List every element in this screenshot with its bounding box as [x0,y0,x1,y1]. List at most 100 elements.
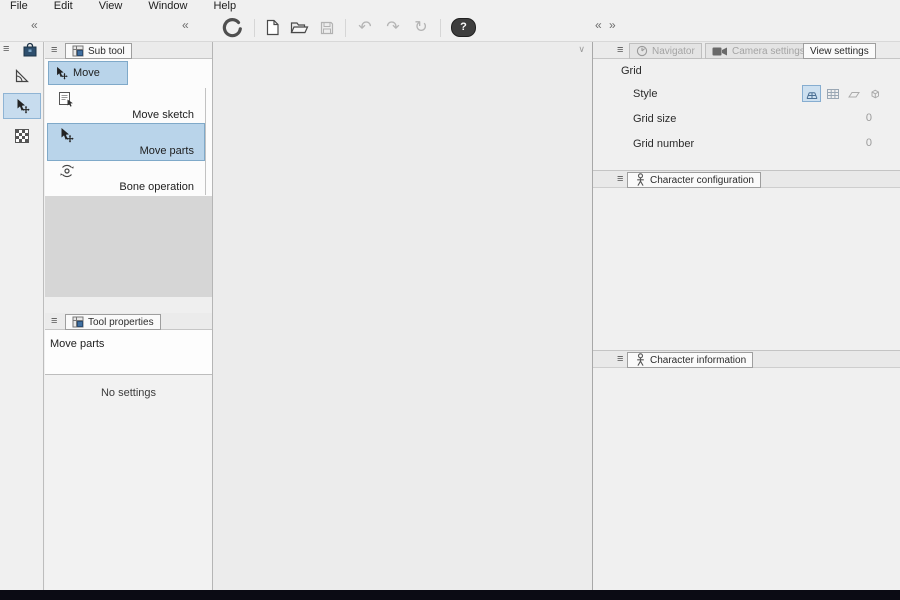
view-panel-menu-icon[interactable]: ≡ [617,44,623,56]
tab-navigator[interactable]: Navigator [629,43,702,59]
move-parts-icon [58,127,74,143]
navigator-icon [636,45,648,57]
reset-icon: ↻ [414,18,428,36]
character-configuration-menu-icon[interactable]: ≡ [617,173,623,185]
subtool-item-label: Move sketch [132,109,194,121]
person-icon [634,353,646,367]
collapse-right-dock-icon[interactable]: « [595,18,602,32]
grid-style-mesh-button[interactable] [823,85,842,102]
grid-flat-icon [847,88,861,100]
subtool-scroll-gutter [205,88,206,195]
tab-subtool[interactable]: Sub tool [65,43,132,59]
tab-tool-properties[interactable]: Tool properties [65,314,161,330]
undo-button[interactable]: ↶ [356,16,374,40]
document-canvas[interactable]: ∨ [213,42,592,590]
tool-properties-menu-icon[interactable]: ≡ [51,315,57,327]
tool-move[interactable] [2,93,41,119]
subtool-tab-icon [72,45,84,57]
bone-operation-icon [58,163,76,179]
open-folder-icon [290,20,309,35]
tool-properties-empty-message: No settings [100,387,157,399]
subtool-list: Move Move sketch Move parts Bone operati… [45,59,212,196]
menu-help[interactable]: Help [213,0,236,12]
tool-palette-menu-icon[interactable]: ≡ [3,43,9,55]
expand-right-dock-icon[interactable]: » [609,18,616,32]
open-file-button[interactable] [290,16,309,40]
grid-size-value[interactable]: 0 [866,112,872,124]
toolbar-separator [440,18,441,37]
tab-character-information-label: Character information [650,354,747,366]
grid-size-row: Grid size 0 [633,111,884,129]
tab-camera-settings[interactable]: Camera settings [705,43,812,59]
tab-character-information[interactable]: Character information [627,352,754,368]
tool-angle[interactable] [3,63,41,89]
new-file-icon [265,19,280,36]
tool-palette: ≡ [0,42,44,590]
grid-style-label: Style [633,88,658,100]
help-icon: ? [460,21,467,33]
redo-button[interactable]: ↷ [384,16,402,40]
tool-pattern[interactable] [3,123,41,149]
subtool-item-move-sketch[interactable]: Move sketch [48,88,204,124]
help-button[interactable]: ? [451,18,476,37]
undo-icon: ↶ [358,18,372,36]
character-information-menu-icon[interactable]: ≡ [617,353,623,365]
subtool-menu-icon[interactable]: ≡ [51,44,57,56]
save-icon [319,20,335,36]
grid-cube-icon [868,88,882,100]
tab-view-settings-label: View settings [810,45,869,57]
toolbar: « « ↶ ↷ ↻ ? « » [0,13,900,42]
tab-character-configuration[interactable]: Character configuration [627,172,761,188]
status-bar [0,590,900,600]
subtool-item-bone-operation[interactable]: Bone operation [48,160,204,196]
view-panel-tabs: ≡ Navigator Camera settings View setting… [593,42,900,59]
grid-size-label: Grid size [633,113,677,125]
subtool-panel: ≡ Sub tool Move Move sketch Move parts B… [45,42,213,313]
person-icon [634,173,646,187]
subtool-header: ≡ Sub tool [45,42,212,59]
grid-style-plane-button[interactable] [802,85,821,102]
subtool-tab-label: Sub tool [88,45,125,57]
reset-view-button[interactable]: ↻ [412,16,430,40]
collapse-subtool-palette-icon[interactable]: « [182,18,189,32]
grid-style-flat-button[interactable] [844,85,863,102]
menu-window[interactable]: Window [148,0,187,12]
character-information-content [593,368,900,590]
move-cursor-icon [54,66,68,80]
clip-studio-button[interactable] [222,16,244,40]
subtool-group-label: Move [73,67,100,79]
toolbar-separator [345,18,346,37]
grid-number-row: Grid number 0 [633,136,884,154]
grid-number-value[interactable]: 0 [866,137,872,149]
tool-properties-header: ≡ Tool properties [45,313,212,330]
save-button[interactable] [319,16,335,40]
collapse-tool-palette-icon[interactable]: « [31,18,38,32]
grid-style-row: Style [633,85,884,104]
toolbox-icon [22,42,38,58]
grid-number-label: Grid number [633,138,695,150]
subtool-item-label: Move parts [139,145,194,157]
tab-camera-settings-label: Camera settings [732,45,805,57]
grid-section-title: Grid [621,65,642,77]
grid-style-cube-button[interactable] [865,85,884,102]
move-sketch-icon [58,91,74,107]
grid-style-buttons [802,85,884,102]
menu-view[interactable]: View [99,0,123,12]
angle-tool-icon [14,68,30,84]
character-configuration-header: ≡ Character configuration [593,170,900,188]
tab-navigator-label: Navigator [652,45,695,57]
subtool-group-move[interactable]: Move [48,61,128,85]
tab-view-settings[interactable]: View settings [803,43,876,59]
tool-properties-tab-icon [72,316,84,328]
subtool-item-move-parts[interactable]: Move parts [47,123,205,161]
toolbar-separator [254,18,255,37]
tool-properties-tab-label: Tool properties [88,316,154,328]
new-file-button[interactable] [265,16,280,40]
canvas-dropdown-icon[interactable]: ∨ [578,44,585,55]
menu-file[interactable]: File [10,0,28,12]
tool-properties-title: Move parts [45,330,212,375]
menu-edit[interactable]: Edit [54,0,73,12]
subtool-item-label: Bone operation [119,181,194,193]
tab-character-configuration-label: Character configuration [650,174,754,186]
checker-tool-icon [14,128,30,144]
